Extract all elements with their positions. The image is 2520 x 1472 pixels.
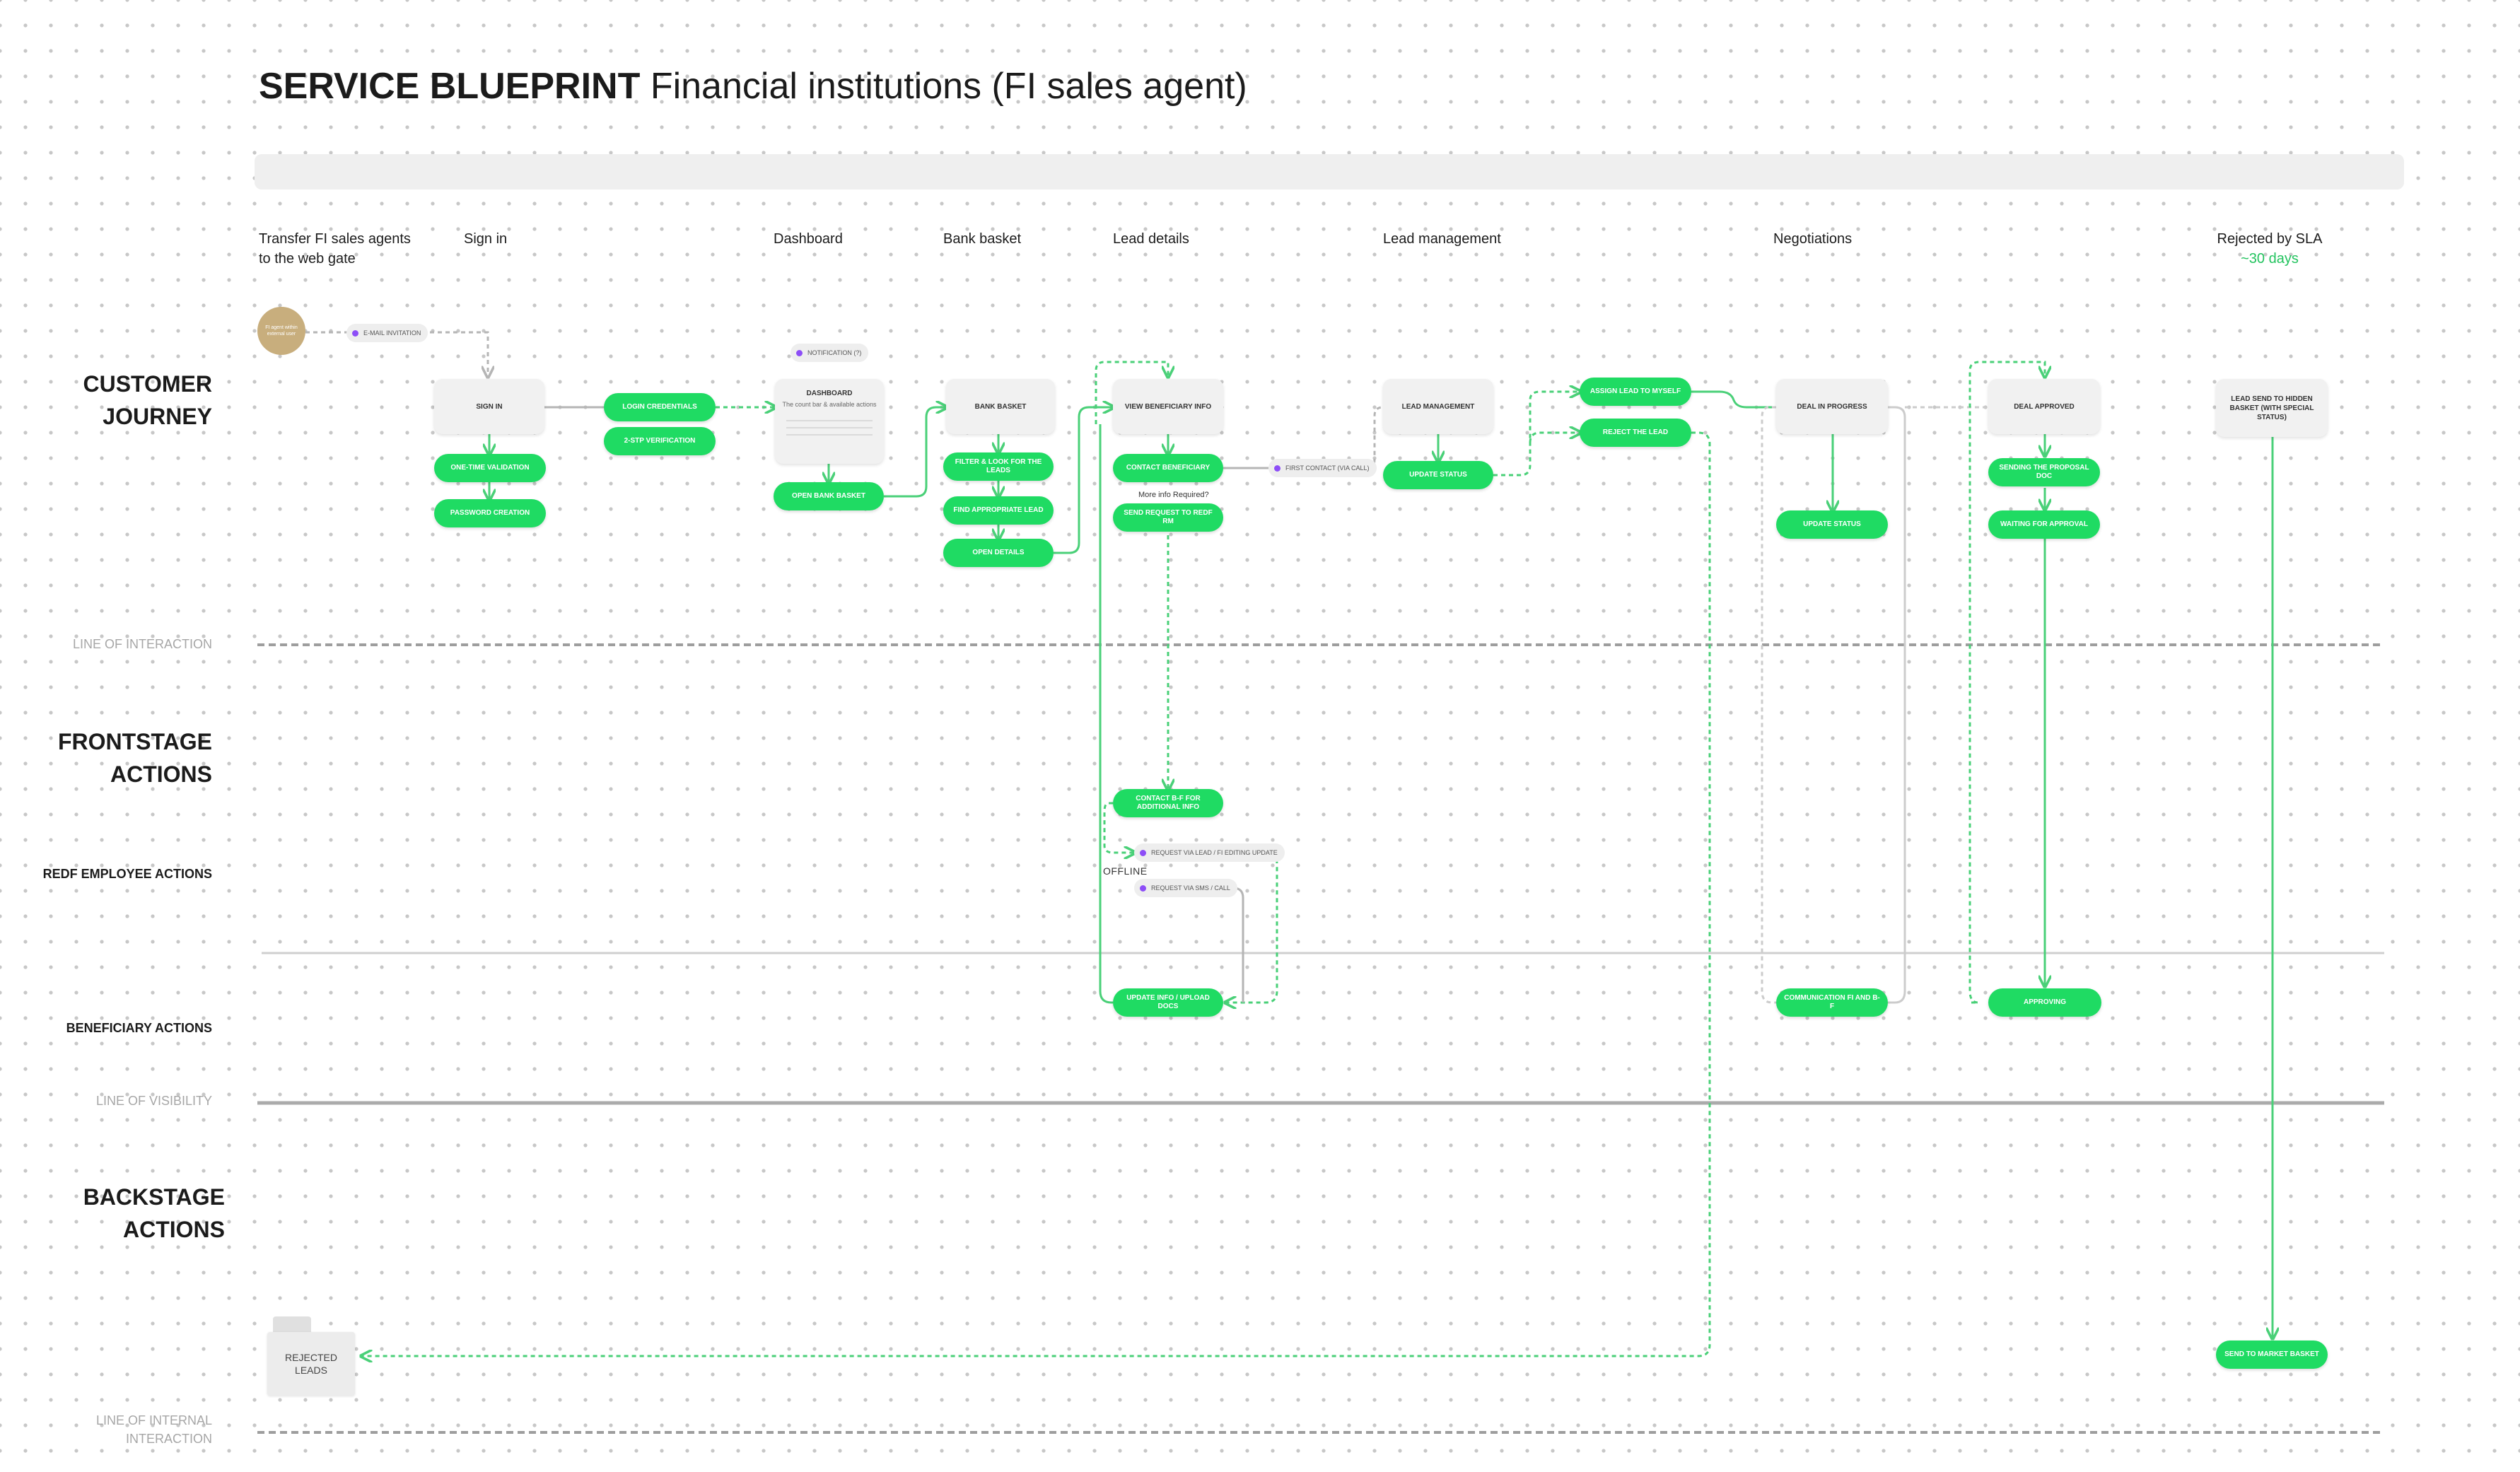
link-left-loop <box>1099 424 1113 1004</box>
pill-sending-proposal[interactable]: SENDING THE PROPOSAL DOC <box>1988 458 2100 486</box>
lane-frontstage: FRONTSTAGE ACTIONS <box>58 725 212 790</box>
chip-notification: NOTIFICATION (?) <box>791 344 869 362</box>
link-open-bank <box>884 407 946 498</box>
page-title: SERVICE BLUEPRINT Financial institutions… <box>259 65 1247 107</box>
pill-login-credentials[interactable]: LOGIN CREDENTIALS <box>604 393 716 421</box>
lane-line-internal: LINE OF INTERNAL INTERACTION <box>96 1411 212 1448</box>
card-dashboard-sub: The count bar & available actions <box>782 401 877 408</box>
chip-email-invitation: E-MAIL INVITATION <box>346 324 428 342</box>
stage-signin: Sign in <box>464 231 508 247</box>
pill-update-info[interactable]: UPDATE INFO / UPLOAD DOCS <box>1113 988 1223 1017</box>
pill-open-details[interactable]: OPEN DETAILS <box>943 539 1054 567</box>
pill-update-status[interactable]: UPDATE STATUS <box>1383 461 1493 489</box>
chip-request-via-lead-label: REQUEST VIA LEAD / FI EDITING UPDATE <box>1151 849 1278 856</box>
link-request-right-loop <box>1226 851 1278 1003</box>
lane-line-internal-l1: LINE OF INTERNAL <box>95 1413 212 1427</box>
lane-customer-journey-l2: JOURNEY <box>103 404 212 429</box>
stage-transfer-line1: Transfer FI sales agents <box>259 231 411 247</box>
rejected-leads-folder[interactable]: REJECTED LEADS <box>267 1332 355 1396</box>
pill-assign-lead[interactable]: ASSIGN LEAD TO MYSELF <box>1580 378 1691 406</box>
chip-dot-icon <box>1140 884 1146 892</box>
lane-line-interaction: LINE OF INTERACTION <box>72 637 212 651</box>
title-rest: Financial institutions (FI sales agent) <box>650 66 1247 107</box>
note-offline: OFFLINE <box>1103 865 1148 877</box>
lane-backstage: BACKSTAGE ACTIONS <box>83 1181 225 1246</box>
stage-rejected-sla-days: ~30 days <box>2241 251 2299 267</box>
lane-backstage-l1: BACKSTAGE <box>83 1184 225 1210</box>
title-bold: SERVICE BLUEPRINT <box>259 66 641 107</box>
card-lead-send-hidden[interactable]: LEAD SEND TO HIDDEN BASKET (WITH SPECIAL… <box>2216 379 2328 437</box>
card-dashboard-lines <box>782 414 877 441</box>
card-sign-in[interactable]: SIGN IN <box>434 379 544 434</box>
note-more-info: More info Required? <box>1138 491 1209 499</box>
chip-email-invitation-label: E-MAIL INVITATION <box>363 329 421 337</box>
pill-open-bank-basket[interactable]: OPEN BANK BASKET <box>774 482 884 510</box>
card-deal-in-progress[interactable]: DEAL IN PROGRESS <box>1776 379 1888 434</box>
pill-send-request[interactable]: SEND REQUEST TO REDF RM <box>1113 503 1223 532</box>
chip-first-contact: FIRST CONTACT (VIA CALL) <box>1268 459 1377 477</box>
pill-approving[interactable]: APPROVING <box>1988 988 2101 1017</box>
card-view-beneficiary[interactable]: VIEW BENEFICIARY INFO <box>1113 379 1223 434</box>
link-update-assign <box>1493 392 1580 477</box>
pill-communication[interactable]: COMMUNICATION FI AND B-F <box>1776 988 1888 1017</box>
card-lead-management[interactable]: LEAD MANAGEMENT <box>1383 379 1493 434</box>
lane-frontstage-l2: ACTIONS <box>110 761 212 787</box>
stage-rejected-sla: Rejected by SLA ~30 days <box>2213 229 2326 269</box>
lane-line-visibility: LINE OF VISIBILITY <box>95 1094 212 1108</box>
rejected-leads-label: REJECTED LEADS <box>285 1352 337 1376</box>
chip-dot-icon <box>352 329 358 337</box>
stage-lead-details: Lead details <box>1113 231 1189 247</box>
pill-find-lead[interactable]: FIND APPROPRIATE LEAD <box>943 496 1054 525</box>
stage-bank-basket: Bank basket <box>943 231 1022 247</box>
lane-line-internal-l2: INTERACTION <box>125 1432 212 1446</box>
card-dashboard-title: DASHBOARD <box>806 390 853 397</box>
link-update-reject <box>1529 433 1580 443</box>
pill-one-time-validation[interactable]: ONE-TIME VALIDATION <box>434 454 546 482</box>
lane-redf-employee: REDF EMPLOYEE ACTIONS <box>42 867 212 881</box>
stage-transfer: Transfer FI sales agents to the web gate <box>259 229 411 269</box>
pill-update-status-neg[interactable]: UPDATE STATUS <box>1776 510 1888 539</box>
chip-request-sms-label: REQUEST VIA SMS / CALL <box>1151 884 1230 892</box>
connector-layer <box>257 331 2384 1434</box>
stage-transfer-line2: to the web gate <box>259 251 356 267</box>
link-neg-left-grey <box>1761 406 1776 1004</box>
link-assign-deal <box>1691 390 1776 409</box>
lane-customer-journey-l1: CUSTOMER <box>83 371 212 397</box>
link-open-view <box>1054 407 1113 554</box>
pill-password-creation[interactable]: PASSWORD CREATION <box>434 499 546 527</box>
pill-reject-lead[interactable]: REJECT THE LEAD <box>1580 419 1691 447</box>
lane-customer-journey: CUSTOMER JOURNEY <box>83 368 212 433</box>
chip-request-via-lead: REQUEST VIA LEAD / FI EDITING UPDATE <box>1134 843 1285 862</box>
lane-backstage-l2: ACTIONS <box>123 1217 225 1242</box>
top-bar <box>255 154 2404 189</box>
stage-lead-management: Lead management <box>1383 231 1501 247</box>
chip-request-sms: REQUEST VIA SMS / CALL <box>1134 879 1237 897</box>
stage-dashboard: Dashboard <box>774 231 843 247</box>
stage-negotiations: Negotiations <box>1773 231 1853 247</box>
chip-dot-icon <box>796 349 803 356</box>
pill-contact-bf[interactable]: CONTACT B-F FOR ADDITIONAL INFO <box>1113 789 1223 817</box>
card-deal-approved[interactable]: DEAL APPROVED <box>1988 379 2100 434</box>
link-neg-right-grey <box>1888 406 1906 1004</box>
pill-contact-beneficiary[interactable]: CONTACT BENEFICIARY <box>1113 454 1223 482</box>
chip-dot-icon <box>1140 849 1146 856</box>
link-sms-loop <box>1206 887 1244 1003</box>
lane-beneficiary: BENEFICIARY ACTIONS <box>66 1021 212 1035</box>
pill-filter-look[interactable]: FILTER & LOOK FOR THE LEADS <box>943 452 1054 481</box>
stage-rejected-sla-title: Rejected by SLA <box>2217 231 2323 247</box>
pill-waiting-approval[interactable]: WAITING FOR APPROVAL <box>1988 510 2100 539</box>
chip-first-contact-label: FIRST CONTACT (VIA CALL) <box>1285 465 1370 472</box>
card-bank-basket[interactable]: BANK BASKET <box>946 379 1055 434</box>
card-dashboard[interactable]: DASHBOARD The count bar & available acti… <box>775 379 884 464</box>
chip-notification-label: NOTIFICATION (?) <box>807 349 862 356</box>
lane-frontstage-l1: FRONTSTAGE <box>57 729 212 754</box>
pill-send-market[interactable]: SEND TO MARKET BASKET <box>2216 1340 2328 1369</box>
chip-dot-icon <box>1274 465 1281 472</box>
pill-two-step[interactable]: 2-STP VERIFICATION <box>604 427 716 455</box>
link-reject-folder <box>362 431 1711 1356</box>
fi-agent-avatar: FI agent within external user <box>257 307 305 355</box>
